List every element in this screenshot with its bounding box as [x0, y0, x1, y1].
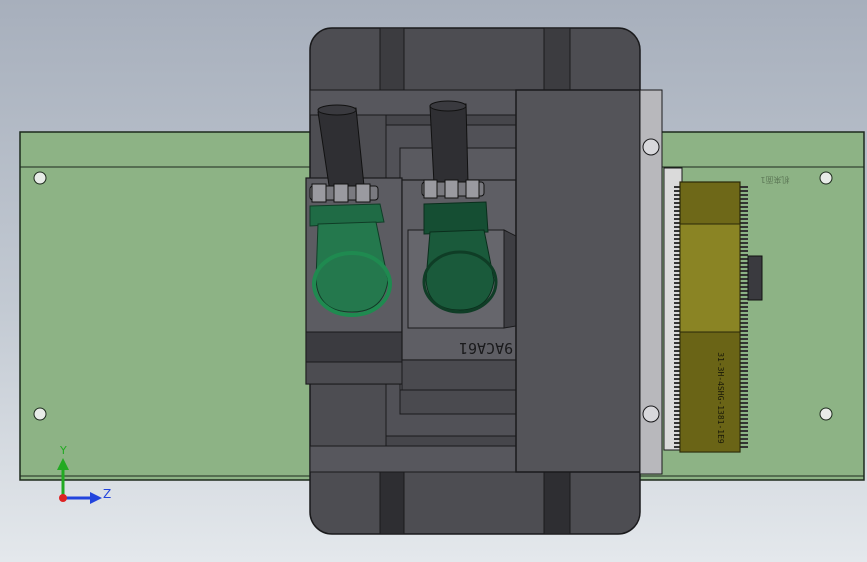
- gear-tooth: [740, 262, 748, 264]
- gear-tooth: [740, 246, 748, 248]
- gear-tooth: [740, 214, 748, 216]
- gear-tooth: [740, 374, 748, 376]
- gear-tooth: [740, 446, 748, 448]
- gear-tooth: [740, 406, 748, 408]
- gear-tooth: [740, 266, 748, 268]
- gear-tooth: [740, 366, 748, 368]
- gear-tooth: [740, 394, 748, 396]
- plate-marking: 机来面1: [760, 175, 789, 185]
- gear-tooth: [740, 330, 748, 332]
- gear-tooth: [740, 194, 748, 196]
- gear-tooth: [740, 390, 748, 392]
- gear-tooth: [740, 230, 748, 232]
- gear-tooth: [740, 322, 748, 324]
- mount-hole-top-right: [819, 171, 833, 185]
- cad-viewport[interactable]: 机来面1 9ACA61 31-3H-4SHG-1381-1E9 Y Z: [0, 0, 867, 562]
- gear-tooth: [740, 250, 748, 252]
- gear-tooth: [740, 206, 748, 208]
- gear-tooth: [740, 350, 748, 352]
- gear-tooth: [740, 226, 748, 228]
- gear-tooth: [740, 342, 748, 344]
- gear-tooth: [740, 234, 748, 236]
- side-plate-hole-bottom: [642, 405, 660, 423]
- gear-tooth: [740, 302, 748, 304]
- mount-hole-top-left: [33, 171, 47, 185]
- gear-tooth: [740, 290, 748, 292]
- gear-tooth: [740, 190, 748, 192]
- gear-tooth: [740, 418, 748, 420]
- gear-tooth: [740, 402, 748, 404]
- gear-tooth: [740, 314, 748, 316]
- gear-tooth: [740, 238, 748, 240]
- gear-tooth: [740, 378, 748, 380]
- axis-label-z: Z: [103, 487, 111, 501]
- gear-tooth: [740, 430, 748, 432]
- gear-tooth: [740, 294, 748, 296]
- gear-tooth: [740, 318, 748, 320]
- side-plate: [515, 89, 663, 475]
- gear-tooth: [740, 382, 748, 384]
- gear-tooth: [740, 310, 748, 312]
- gear-tooth: [740, 338, 748, 340]
- gear-tooth: [740, 258, 748, 260]
- gear-tooth: [740, 326, 748, 328]
- gear-tooth: [740, 286, 748, 288]
- gear-tooth: [740, 426, 748, 428]
- gear-tooth: [740, 386, 748, 388]
- part-marking: 9ACA61: [459, 339, 513, 357]
- gear-tooth: [740, 198, 748, 200]
- gear-tooth: [740, 358, 748, 360]
- mount-hole-bottom-left: [33, 407, 47, 421]
- gear-tooth: [740, 242, 748, 244]
- gear-tooth: [740, 346, 748, 348]
- gear-tooth: [740, 422, 748, 424]
- gear-tooth: [740, 306, 748, 308]
- gear-tooth: [740, 442, 748, 444]
- gear-tooth: [740, 202, 748, 204]
- side-plate-hole-top: [642, 138, 660, 156]
- gear-marking: 31-3H-4SHG-1381-1E9: [716, 352, 725, 444]
- assembly-drawing: 机来面1 9ACA61 31-3H-4SHG-1381-1E9 Y Z: [19, 27, 865, 535]
- gear-tooth: [740, 414, 748, 416]
- gear-tooth: [740, 362, 748, 364]
- gear-tooth: [740, 254, 748, 256]
- gear-tooth: [740, 282, 748, 284]
- gear-tooth: [740, 398, 748, 400]
- mount-hole-bottom-right: [819, 407, 833, 421]
- gear-tooth: [740, 186, 748, 188]
- gear-tooth: [740, 274, 748, 276]
- gear-tooth: [740, 210, 748, 212]
- gear-tooth: [740, 222, 748, 224]
- gear-tooth: [740, 270, 748, 272]
- gear-tooth: [740, 434, 748, 436]
- gear-tooth: [740, 278, 748, 280]
- gear-tooth: [740, 370, 748, 372]
- axis-label-y: Y: [59, 444, 67, 457]
- gear-tooth: [740, 410, 748, 412]
- gear-tooth: [740, 298, 748, 300]
- gear-tooth: [740, 354, 748, 356]
- gear-tooth: [740, 218, 748, 220]
- gear-tooth: [740, 438, 748, 440]
- gear-tooth: [740, 334, 748, 336]
